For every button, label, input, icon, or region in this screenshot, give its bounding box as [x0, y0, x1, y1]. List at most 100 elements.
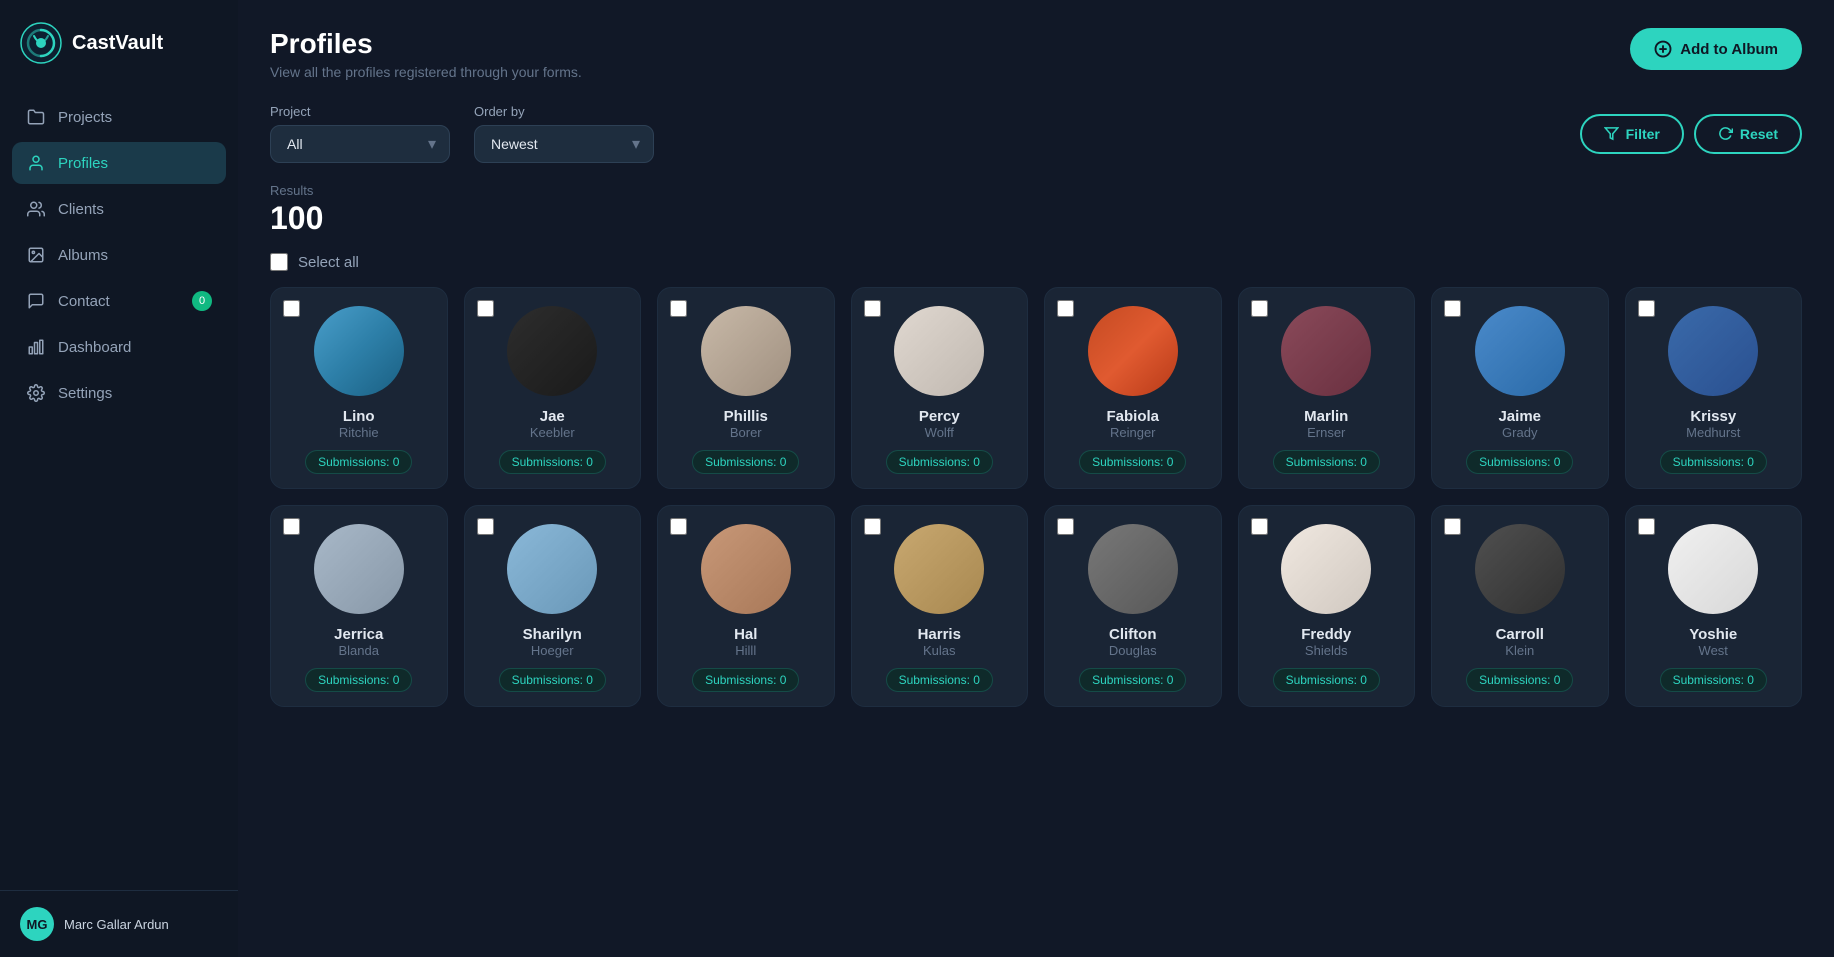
- card-checkbox-3[interactable]: [864, 518, 881, 535]
- project-select-wrapper: All: [270, 125, 450, 163]
- profile-avatar: [894, 524, 984, 614]
- profile-avatar: [1281, 306, 1371, 396]
- profile-first-name: Jaime: [1498, 408, 1541, 425]
- sidebar-item-contact[interactable]: Contact 0: [12, 280, 226, 322]
- gear-icon: [26, 383, 46, 403]
- profile-card[interactable]: Carroll Klein Submissions: 0: [1431, 505, 1609, 707]
- profile-card[interactable]: Harris Kulas Submissions: 0: [851, 505, 1029, 707]
- add-to-album-button[interactable]: Add to Album: [1630, 28, 1802, 70]
- profile-avatar: [1475, 524, 1565, 614]
- sidebar-item-profiles[interactable]: Profiles: [12, 142, 226, 184]
- page-title: Profiles: [270, 28, 582, 60]
- profile-last-name: Hoeger: [531, 643, 574, 658]
- page-subtitle: View all the profiles registered through…: [270, 64, 582, 80]
- sidebar: CastVault Projects Profiles: [0, 0, 238, 957]
- card-checkbox-4[interactable]: [1057, 300, 1074, 317]
- logo: CastVault: [0, 0, 238, 86]
- profile-card[interactable]: Percy Wolff Submissions: 0: [851, 287, 1029, 489]
- user-avatar: MG: [20, 907, 54, 941]
- sidebar-nav: Projects Profiles Clients: [0, 86, 238, 890]
- profile-avatar: [507, 524, 597, 614]
- card-checkbox-7[interactable]: [1638, 300, 1655, 317]
- nav-label-clients: Clients: [58, 201, 104, 218]
- profile-card[interactable]: Krissy Medhurst Submissions: 0: [1625, 287, 1803, 489]
- profile-avatar: [1668, 306, 1758, 396]
- chart-icon: [26, 337, 46, 357]
- profile-last-name: Blanda: [339, 643, 379, 658]
- profile-last-name: Ritchie: [339, 425, 379, 440]
- filter-btn-label: Filter: [1626, 126, 1660, 142]
- card-checkbox-0[interactable]: [283, 518, 300, 535]
- card-checkbox-3[interactable]: [864, 300, 881, 317]
- profile-card[interactable]: Jaime Grady Submissions: 0: [1431, 287, 1609, 489]
- profile-first-name: Hal: [734, 626, 757, 643]
- profile-last-name: Kulas: [923, 643, 956, 658]
- project-select[interactable]: All: [270, 125, 450, 163]
- nav-label-contact: Contact: [58, 293, 110, 310]
- profile-first-name: Carroll: [1496, 626, 1544, 643]
- submissions-badge: Submissions: 0: [499, 450, 606, 474]
- profile-avatar: [314, 524, 404, 614]
- submissions-badge: Submissions: 0: [1273, 668, 1380, 692]
- profile-card[interactable]: Jae Keebler Submissions: 0: [464, 287, 642, 489]
- reset-button[interactable]: Reset: [1694, 114, 1802, 154]
- card-checkbox-5[interactable]: [1251, 518, 1268, 535]
- profile-card[interactable]: Jerrica Blanda Submissions: 0: [270, 505, 448, 707]
- card-checkbox-7[interactable]: [1638, 518, 1655, 535]
- profile-first-name: Yoshie: [1689, 626, 1737, 643]
- profile-card[interactable]: Sharilyn Hoeger Submissions: 0: [464, 505, 642, 707]
- profile-last-name: Wolff: [925, 425, 954, 440]
- select-all-label[interactable]: Select all: [298, 254, 359, 271]
- profile-last-name: West: [1699, 643, 1728, 658]
- submissions-badge: Submissions: 0: [499, 668, 606, 692]
- card-checkbox-2[interactable]: [670, 518, 687, 535]
- nav-label-dashboard: Dashboard: [58, 339, 131, 356]
- user-name: Marc Gallar Ardun: [64, 917, 169, 932]
- profile-last-name: Ernser: [1307, 425, 1345, 440]
- profile-avatar: [1088, 306, 1178, 396]
- profile-last-name: Medhurst: [1686, 425, 1740, 440]
- card-checkbox-6[interactable]: [1444, 518, 1461, 535]
- profile-last-name: Borer: [730, 425, 762, 440]
- sidebar-item-projects[interactable]: Projects: [12, 96, 226, 138]
- card-checkbox-6[interactable]: [1444, 300, 1461, 317]
- profile-card[interactable]: Marlin Ernser Submissions: 0: [1238, 287, 1416, 489]
- submissions-badge: Submissions: 0: [692, 668, 799, 692]
- profile-avatar: [1475, 306, 1565, 396]
- card-checkbox-0[interactable]: [283, 300, 300, 317]
- order-select[interactable]: Newest Oldest A-Z: [474, 125, 654, 163]
- filter-icon: [1604, 126, 1619, 141]
- profile-first-name: Jae: [540, 408, 565, 425]
- submissions-badge: Submissions: 0: [305, 668, 412, 692]
- card-checkbox-5[interactable]: [1251, 300, 1268, 317]
- profile-card[interactable]: Yoshie West Submissions: 0: [1625, 505, 1803, 707]
- plus-circle-icon: [1654, 40, 1672, 58]
- sidebar-item-settings[interactable]: Settings: [12, 372, 226, 414]
- logo-icon: [20, 22, 62, 64]
- select-all-checkbox[interactable]: [270, 253, 288, 271]
- profile-card[interactable]: Phillis Borer Submissions: 0: [657, 287, 835, 489]
- chat-icon: [26, 291, 46, 311]
- select-all-row: Select all: [270, 253, 1802, 271]
- profile-last-name: Grady: [1502, 425, 1537, 440]
- profile-card[interactable]: Clifton Douglas Submissions: 0: [1044, 505, 1222, 707]
- profile-card[interactable]: Fabiola Reinger Submissions: 0: [1044, 287, 1222, 489]
- sidebar-item-albums[interactable]: Albums: [12, 234, 226, 276]
- filter-button[interactable]: Filter: [1580, 114, 1684, 154]
- image-icon: [26, 245, 46, 265]
- submissions-badge: Submissions: 0: [305, 450, 412, 474]
- profile-card[interactable]: Hal Hilll Submissions: 0: [657, 505, 835, 707]
- profile-first-name: Harris: [918, 626, 961, 643]
- sidebar-item-clients[interactable]: Clients: [12, 188, 226, 230]
- profile-card[interactable]: Freddy Shields Submissions: 0: [1238, 505, 1416, 707]
- profile-last-name: Keebler: [530, 425, 575, 440]
- submissions-badge: Submissions: 0: [1660, 450, 1767, 474]
- card-checkbox-4[interactable]: [1057, 518, 1074, 535]
- order-filter-group: Order by Newest Oldest A-Z: [474, 104, 654, 163]
- card-checkbox-1[interactable]: [477, 518, 494, 535]
- profile-last-name: Klein: [1505, 643, 1534, 658]
- profile-card[interactable]: Lino Ritchie Submissions: 0: [270, 287, 448, 489]
- sidebar-item-dashboard[interactable]: Dashboard: [12, 326, 226, 368]
- card-checkbox-1[interactable]: [477, 300, 494, 317]
- card-checkbox-2[interactable]: [670, 300, 687, 317]
